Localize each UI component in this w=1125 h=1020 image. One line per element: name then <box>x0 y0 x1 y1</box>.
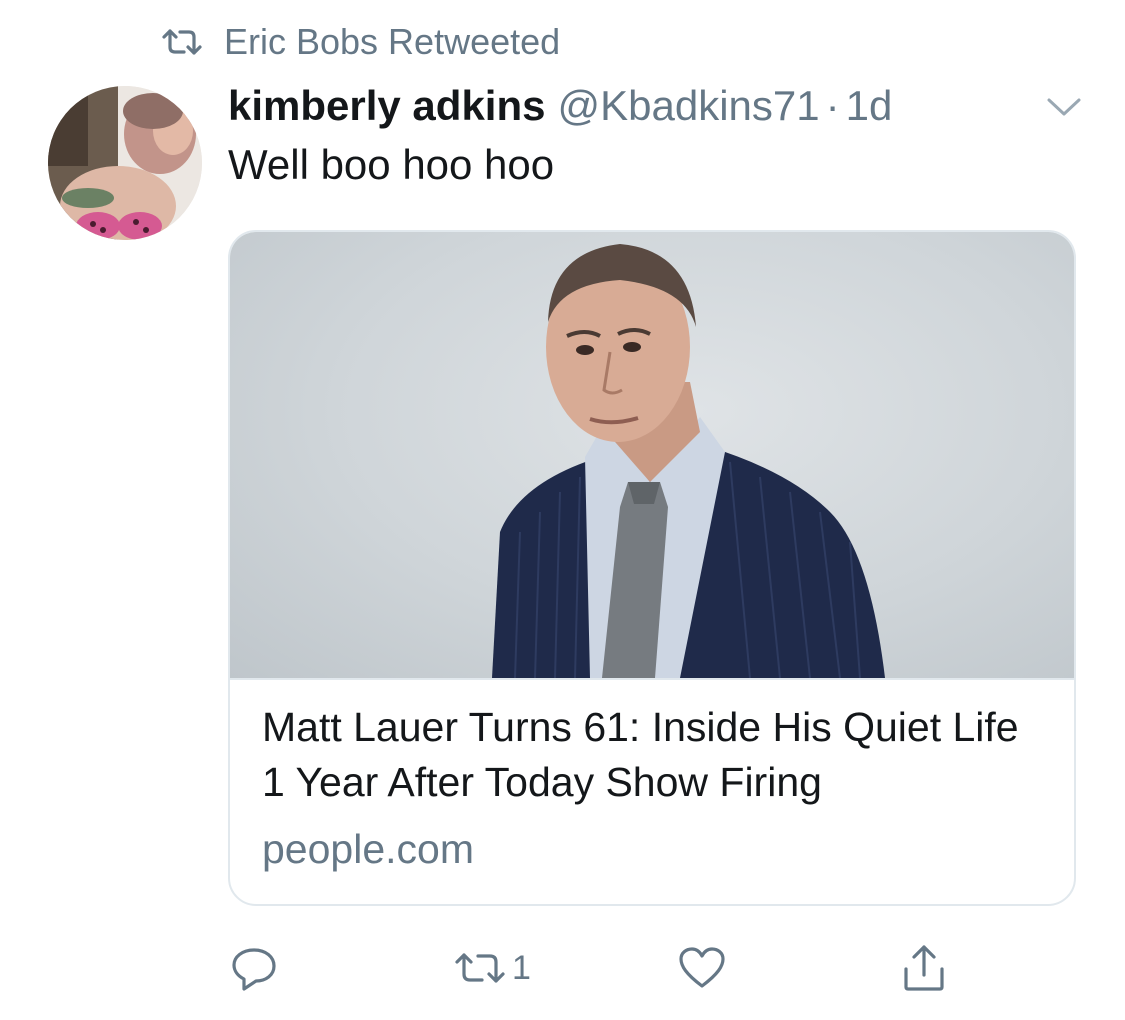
avatar[interactable] <box>48 86 202 240</box>
retweet-count: 1 <box>512 948 531 987</box>
card-image <box>230 232 1074 680</box>
avatar-image <box>48 86 202 240</box>
card-domain: people.com <box>262 826 474 872</box>
retweet-icon <box>455 953 505 983</box>
tweet-text: Well boo hoo hoo <box>228 141 555 188</box>
like-button[interactable] <box>678 940 726 996</box>
share-button[interactable] <box>900 940 948 996</box>
retweet-button[interactable]: 1 <box>452 940 531 996</box>
retweet-icon <box>162 29 202 55</box>
reply-icon <box>232 948 276 991</box>
separator-dot: · <box>825 82 840 129</box>
action-bar: 1 <box>0 940 1125 996</box>
card-title: Matt Lauer Turns 61: Inside His Quiet Li… <box>262 704 1019 805</box>
heart-icon <box>679 947 725 988</box>
card-photo <box>492 244 885 679</box>
link-card[interactable]: Matt Lauer Turns 61: Inside His Quiet Li… <box>228 230 1076 906</box>
timestamp[interactable]: 1d <box>846 82 893 130</box>
retweet-banner-text: Eric Bobs Retweeted <box>224 21 561 62</box>
chevron-down-icon <box>1047 98 1081 116</box>
author-name[interactable]: kimberly adkins <box>228 82 545 130</box>
reply-button[interactable] <box>230 940 278 996</box>
author-handle[interactable]: @Kbadkins71 <box>557 82 819 130</box>
tweet-menu-button[interactable] <box>1044 92 1084 122</box>
share-icon <box>904 945 944 991</box>
tweet-header: kimberly adkins @Kbadkins71 · 1d <box>228 78 892 134</box>
retweet-banner[interactable]: Eric Bobs Retweeted <box>160 20 560 64</box>
